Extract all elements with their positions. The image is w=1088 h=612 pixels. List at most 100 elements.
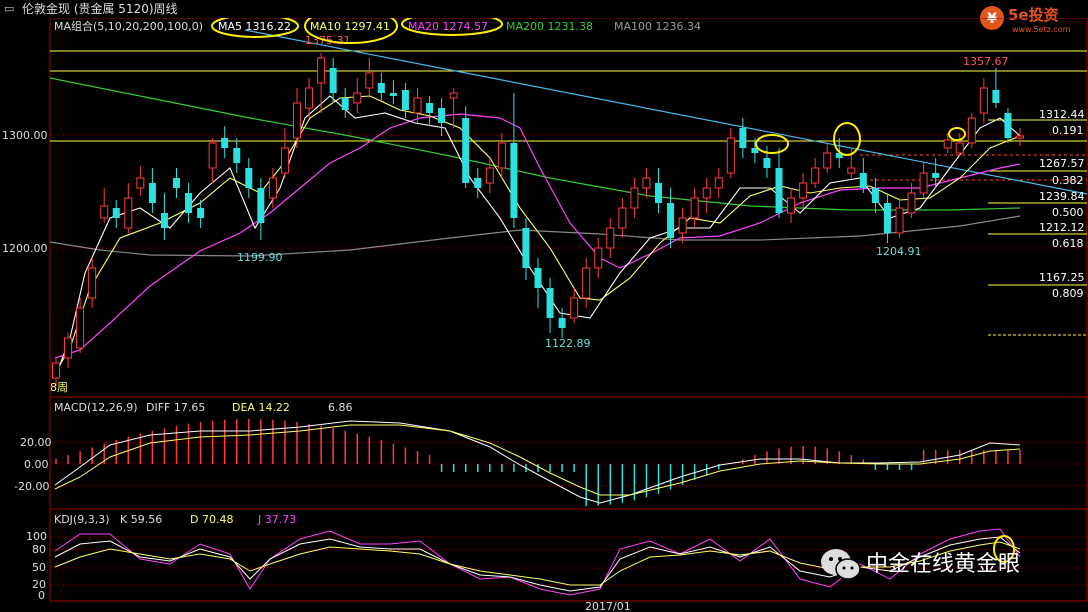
fib-price-4: 1212.12	[1039, 221, 1085, 234]
macd-y-tick-neg20: -20.00	[14, 480, 49, 493]
candle-body	[811, 167, 820, 184]
macd-y-tick-0: 0.00	[24, 458, 49, 471]
candle-body	[726, 137, 735, 174]
fib-price-3: 1239.84	[1039, 190, 1085, 203]
macd-chart[interactable]: 20.00 0.00 -20.00 MACD(12,26,9) DIFF 17.…	[0, 397, 1088, 510]
candle-body	[52, 362, 60, 379]
candle-body	[606, 227, 615, 249]
window-titlebar: ▭ 伦敦金现 (贵金属 5120)周线	[0, 0, 1088, 18]
label-low-1122: 1122.89	[545, 337, 591, 350]
macd-diff-line	[54, 420, 1021, 504]
candle-body	[341, 98, 349, 110]
candle-body	[88, 267, 97, 299]
kdj-d: D 70.48	[190, 513, 233, 526]
candle-body	[474, 178, 482, 188]
candle-body	[148, 183, 156, 203]
candle-body	[955, 142, 964, 154]
candle-body	[438, 108, 446, 123]
candle-body	[280, 147, 289, 174]
fib-price-2: 1267.57	[1039, 157, 1085, 170]
ma100-line	[49, 215, 1021, 257]
macd-y-tick-20: 20.00	[20, 436, 52, 449]
candle-body	[799, 182, 808, 199]
kdj-y-tick-50: 50	[32, 561, 46, 574]
candle-body	[401, 90, 409, 110]
macd-dea: DEA 14.22	[232, 401, 290, 414]
y-tick-1300: 1300.00	[2, 129, 48, 142]
price-chart[interactable]: 1300.00 1200.00 1375.31 1199.90 1122.89 …	[0, 18, 1088, 398]
label-high-1357: 1357.67	[963, 55, 1009, 68]
candle-body	[221, 138, 229, 148]
window-title: 伦敦金现 (贵金属 5120)周线	[22, 2, 178, 16]
candle-body	[907, 192, 916, 214]
candle-body	[570, 297, 579, 319]
label-start: 8周	[50, 381, 68, 394]
candle-body	[124, 197, 133, 229]
candle-body	[413, 97, 422, 114]
trend-line	[244, 29, 1088, 195]
legend-ma200: MA200 1231.38	[506, 20, 593, 33]
candle-body	[630, 187, 639, 209]
candle-body	[859, 173, 867, 188]
candle-body	[208, 142, 217, 169]
candle-body	[642, 177, 651, 189]
candle-body	[293, 102, 301, 139]
candle-body	[389, 93, 397, 96]
kdj-k: K 59.56	[120, 513, 162, 526]
candle-body	[100, 205, 109, 219]
kdj-j: J 37.73	[257, 513, 296, 526]
fib-price-1: 1312.44	[1039, 108, 1085, 121]
candle-body	[714, 177, 723, 189]
legend-ma20: MA20 1274.57	[408, 20, 488, 33]
candle-body	[534, 268, 542, 288]
label-low-1204: 1204.91	[876, 245, 922, 258]
candle-body	[823, 152, 832, 169]
candle-body	[185, 193, 193, 213]
fib-price-5: 1167.25	[1039, 271, 1085, 284]
candle-body	[317, 57, 326, 84]
candle-body	[510, 143, 518, 218]
fib-ratio-5: 0.809	[1052, 287, 1084, 300]
candle-body	[497, 142, 506, 169]
candle-body	[932, 173, 940, 178]
candle-body	[667, 203, 675, 238]
candle-body	[787, 197, 796, 214]
candle-body	[426, 103, 434, 113]
candle-body	[992, 90, 1000, 103]
candle-body	[1004, 113, 1012, 138]
fib-ratio-2: 0.382	[1052, 174, 1084, 187]
candle-body	[690, 197, 699, 219]
candle-body	[678, 217, 687, 234]
candle-body	[268, 177, 277, 199]
legend-ma5: MA5 1316.22	[218, 20, 291, 33]
candle-body	[353, 92, 362, 104]
candle-body	[847, 167, 856, 174]
label-low-1199: 1199.90	[237, 251, 283, 264]
candle-body	[160, 213, 168, 228]
candle-body	[943, 139, 952, 149]
candle-body	[173, 178, 180, 188]
candle-body	[919, 172, 928, 194]
candle-body	[449, 92, 458, 99]
candle-body	[377, 83, 385, 93]
candle-body	[895, 207, 904, 234]
window-menu-icon[interactable]: ▭	[4, 0, 14, 18]
y-tick-1200: 1200.00	[2, 242, 48, 255]
candle-body	[546, 288, 554, 318]
candle-body	[257, 188, 265, 223]
candle-body	[76, 307, 85, 349]
candle-body	[763, 158, 771, 168]
fib-ratio-1: 0.191	[1052, 124, 1084, 137]
kdj-y-tick-0: 0	[38, 589, 45, 602]
candle-body	[702, 187, 711, 199]
kdj-y-tick-80: 80	[32, 543, 46, 556]
candle-body	[112, 208, 120, 218]
candle-body	[558, 318, 566, 328]
candle-body	[462, 118, 470, 183]
candle-body	[979, 87, 988, 114]
candle-body	[739, 128, 747, 148]
kdj-y-tick-100: 100	[26, 530, 47, 543]
candle-body	[967, 117, 976, 144]
legend-ma10: MA10 1297.41	[310, 20, 390, 33]
macd-dea-line	[54, 424, 1021, 496]
